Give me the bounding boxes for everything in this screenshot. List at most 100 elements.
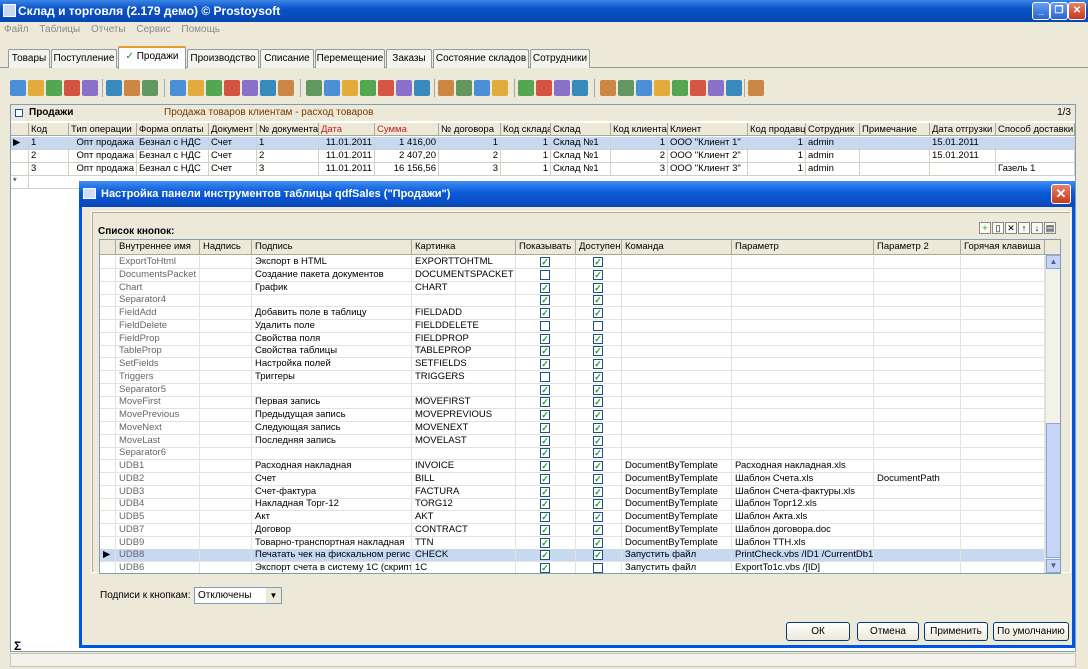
edit-icon[interactable]: [28, 80, 44, 96]
column-header[interactable]: Сумма: [375, 123, 439, 136]
delete-icon[interactable]: [64, 80, 80, 96]
grid-row[interactable]: FieldProp Свойства поля FIELDPROP ✓ ✓: [100, 332, 1045, 346]
unchecked-checkbox[interactable]: [540, 269, 550, 280]
menu-service[interactable]: Сервис: [136, 24, 170, 35]
column-header[interactable]: № договора: [439, 123, 501, 136]
checked-checkbox[interactable]: ✓: [540, 333, 550, 344]
column-header[interactable]: Дата отгрузки: [930, 123, 996, 136]
horizontal-scrollbar[interactable]: [10, 653, 1076, 667]
captions-select[interactable]: Отключены ▼: [194, 587, 282, 604]
copy-icon[interactable]: [46, 80, 62, 96]
tab-sales[interactable]: ✓ Продажи: [118, 46, 186, 69]
column-header[interactable]: Документ: [209, 123, 257, 136]
checked-checkbox[interactable]: ✓: [540, 397, 550, 408]
checked-checkbox[interactable]: ✓: [540, 410, 550, 420]
grid-row[interactable]: ExportToHtml Экспорт в HTML EXPORTTOHTML ✓ ✓: [100, 256, 1045, 269]
checked-checkbox[interactable]: ✓: [540, 524, 550, 535]
grid-row[interactable]: MoveLast Последняя запись MOVELAST ✓ ✓: [100, 434, 1045, 448]
table-row[interactable]: 2 Опт продажа Безнал с НДС Счет 2 11.01.2011 2…: [11, 150, 1075, 163]
grid-row[interactable]: UDB4 Накладная Торг-12 TORG12 ✓ ✓ DocumentByT…: [100, 498, 1045, 512]
tab-stock-state[interactable]: Состояние складов: [433, 49, 529, 68]
factura-icon[interactable]: [636, 80, 652, 96]
checked-checkbox[interactable]: ✓: [593, 435, 603, 446]
checked-checkbox[interactable]: ✓: [540, 473, 550, 484]
torg12-icon[interactable]: [654, 80, 670, 96]
delete-all-icon[interactable]: [82, 80, 98, 96]
minimize-button[interactable]: _: [1032, 2, 1050, 20]
column-header[interactable]: Тип операции: [69, 123, 137, 136]
grid-column-header[interactable]: Картинка: [412, 240, 516, 255]
menu-help[interactable]: Помощь: [181, 24, 220, 35]
preview-icon[interactable]: [278, 80, 294, 96]
word-icon[interactable]: [342, 80, 358, 96]
checked-checkbox[interactable]: ✓: [593, 308, 603, 318]
grid-column-header[interactable]: Внутреннее имя: [116, 240, 200, 255]
table-row[interactable]: ▶ 1 Опт продажа Безнал с НДС Счет 1 11.01.2011…: [11, 137, 1075, 150]
column-header[interactable]: Способ доставки: [996, 123, 1075, 136]
column-header[interactable]: Сотрудник: [806, 123, 860, 136]
grid-column-header[interactable]: Доступен: [576, 240, 622, 255]
unchecked-checkbox[interactable]: [593, 320, 603, 331]
delete-row-icon[interactable]: ✕: [1005, 222, 1017, 234]
checked-checkbox[interactable]: ✓: [593, 282, 603, 293]
field-delete-icon[interactable]: [456, 80, 472, 96]
checked-checkbox[interactable]: ✓: [593, 346, 603, 357]
checked-checkbox[interactable]: ✓: [540, 448, 550, 459]
cancel-button[interactable]: Отмена: [857, 622, 919, 641]
grid-row[interactable]: UDB1 Расходная накладная INVOICE ✓ ✓ Document…: [100, 460, 1045, 473]
contract-icon[interactable]: [690, 80, 706, 96]
checked-checkbox[interactable]: ✓: [540, 435, 550, 446]
properties-icon[interactable]: ▤: [1044, 222, 1056, 234]
copy-row-icon[interactable]: ▯: [992, 222, 1004, 234]
checked-checkbox[interactable]: ✓: [540, 359, 550, 369]
grid-row[interactable]: Separator4 ✓ ✓: [100, 294, 1045, 308]
dialog-close-button[interactable]: ✕: [1051, 184, 1071, 204]
bill-icon[interactable]: [618, 80, 634, 96]
checked-checkbox[interactable]: ✓: [540, 512, 550, 522]
column-header[interactable]: Клиент: [668, 123, 748, 136]
menu-reports[interactable]: Отчеты: [91, 24, 126, 35]
column-header[interactable]: Код клиента: [611, 123, 668, 136]
next-icon[interactable]: [554, 80, 570, 96]
scroll-thumb[interactable]: [1046, 423, 1060, 558]
find-icon[interactable]: [242, 80, 258, 96]
refresh-icon[interactable]: [170, 80, 186, 96]
prev-icon[interactable]: [536, 80, 552, 96]
grid-row[interactable]: MovePrevious Предыдущая запись MOVEPREVIOU…: [100, 409, 1045, 422]
grid-column-header[interactable]: Параметр: [732, 240, 874, 255]
chart-icon[interactable]: [414, 80, 430, 96]
default-button[interactable]: По умолчанию: [993, 622, 1069, 641]
field-add-icon[interactable]: [438, 80, 454, 96]
menu-file[interactable]: Файл: [4, 24, 29, 35]
checked-checkbox[interactable]: ✓: [540, 550, 550, 561]
checked-checkbox[interactable]: ✓: [593, 537, 603, 548]
add-row-icon[interactable]: +: [979, 222, 991, 234]
column-header[interactable]: Склад: [551, 123, 611, 136]
column-header[interactable]: Код склада: [501, 123, 551, 136]
grid-row[interactable]: Separator6 ✓ ✓: [100, 447, 1045, 461]
grid-row[interactable]: MoveNext Следующая запись MOVENEXT ✓ ✓: [100, 421, 1045, 435]
ok-button[interactable]: ОК: [786, 622, 850, 641]
tree-icon[interactable]: [188, 80, 204, 96]
chevron-down-icon[interactable]: ▼: [266, 588, 281, 603]
close-button[interactable]: ✕: [1068, 2, 1086, 20]
checked-checkbox[interactable]: ✓: [593, 422, 603, 433]
menu-tables[interactable]: Таблицы: [39, 24, 80, 35]
column-header[interactable]: № документа: [257, 123, 319, 136]
move-up-icon[interactable]: ↑: [1018, 222, 1030, 234]
grid-column-header[interactable]: Подпись: [252, 240, 412, 255]
xml-icon[interactable]: [360, 80, 376, 96]
packet-icon[interactable]: [396, 80, 412, 96]
checked-checkbox[interactable]: ✓: [593, 410, 603, 420]
checked-checkbox[interactable]: ✓: [540, 563, 550, 573]
excel-icon[interactable]: [324, 80, 340, 96]
collapse-icon[interactable]: [15, 109, 23, 117]
field-prop-icon[interactable]: [474, 80, 490, 96]
column-header[interactable]: Примечание: [860, 123, 930, 136]
checked-checkbox[interactable]: ✓: [540, 461, 550, 471]
filter-field-icon[interactable]: [206, 80, 222, 96]
checked-checkbox[interactable]: ✓: [593, 359, 603, 369]
add-icon[interactable]: [10, 80, 26, 96]
check-icon[interactable]: [726, 80, 742, 96]
checked-checkbox[interactable]: ✓: [593, 295, 603, 306]
